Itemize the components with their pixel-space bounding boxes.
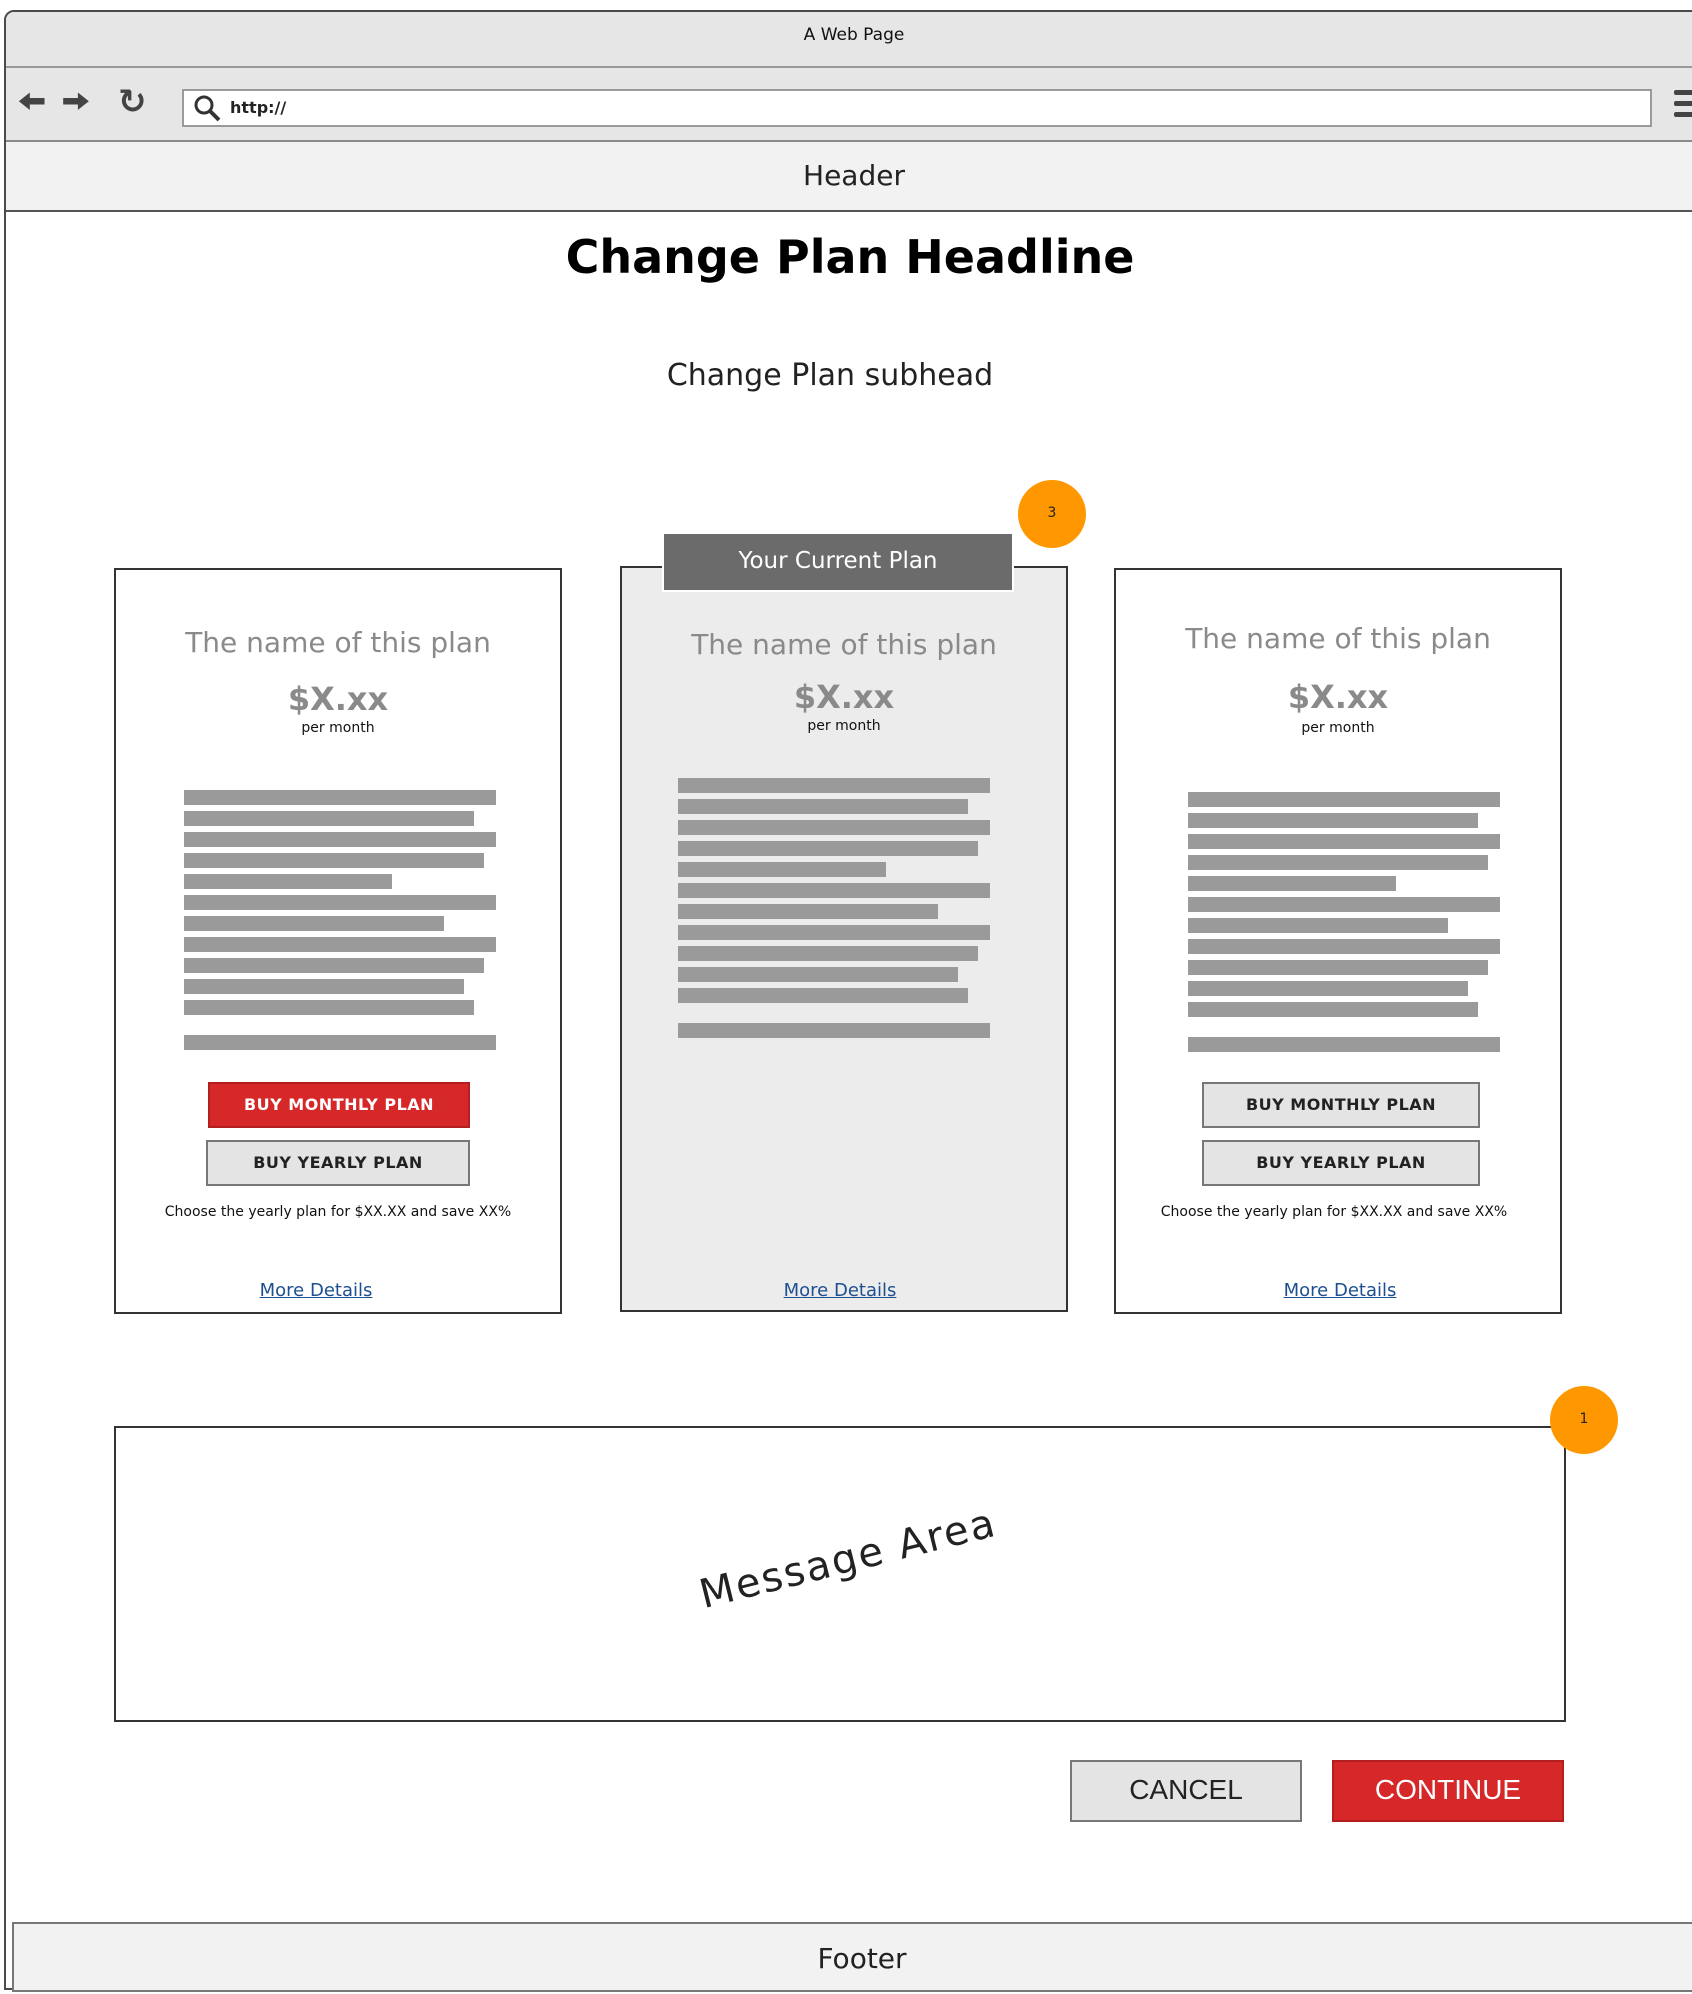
more-details-link[interactable]: More Details <box>1118 1280 1562 1301</box>
yearly-save-note: Choose the yearly plan for $XX.XX and sa… <box>164 1204 512 1220</box>
plan-price: $X.xx <box>287 680 389 718</box>
plan-period: per month <box>301 720 375 736</box>
hamburger-menu-icon[interactable] <box>1674 86 1692 122</box>
plan-name: The name of this plan <box>1185 622 1491 655</box>
plan-name: The name of this plan <box>185 626 491 659</box>
message-area-label: Message Area <box>694 1499 1002 1619</box>
plan-card-3: The name of this plan $X.xx per month BU… <box>1114 568 1562 1314</box>
reload-icon[interactable]: ↻ <box>118 82 147 122</box>
buy-monthly-plan-button[interactable]: BUY MONTHLY PLAN <box>1202 1082 1480 1128</box>
message-area: Message Area <box>114 1426 1566 1722</box>
plan-price: $X.xx <box>1287 678 1389 716</box>
plan-features-placeholder <box>184 790 496 1056</box>
plan-card-1: The name of this plan $X.xx per month BU… <box>114 568 562 1314</box>
more-details-link[interactable]: More Details <box>94 1280 538 1301</box>
page-subhead: Change Plan subhead <box>666 358 994 393</box>
plan-card-2-current: The name of this plan $X.xx per month Mo… <box>620 566 1068 1312</box>
plan-period: per month <box>1301 720 1375 736</box>
url-text[interactable]: http:// <box>230 98 286 117</box>
search-icon <box>194 95 221 122</box>
page-headline: Change Plan Headline <box>565 230 1135 284</box>
address-bar[interactable]: http:// <box>182 89 1652 127</box>
back-arrow-icon[interactable]: 🠨 <box>18 82 46 122</box>
browser-toolbar: 🠨 🠪 ↻ http:// <box>6 68 1692 142</box>
plan-price: $X.xx <box>793 678 895 716</box>
buy-yearly-plan-button[interactable]: BUY YEARLY PLAN <box>206 1140 470 1186</box>
more-details-link[interactable]: More Details <box>618 1280 1062 1301</box>
yearly-save-note: Choose the yearly plan for $XX.XX and sa… <box>1160 1204 1508 1220</box>
buy-monthly-plan-button[interactable]: BUY MONTHLY PLAN <box>208 1082 470 1128</box>
annotation-badge: 3 <box>1018 480 1086 548</box>
current-plan-tab: Your Current Plan <box>662 532 1014 592</box>
continue-button[interactable]: CONTINUE <box>1332 1760 1564 1822</box>
forward-arrow-icon[interactable]: 🠪 <box>62 82 90 122</box>
window-title: A Web Page <box>6 12 1692 68</box>
plan-name: The name of this plan <box>691 628 997 661</box>
page-footer: Footer <box>12 1922 1692 1992</box>
annotation-badge: 1 <box>1550 1386 1618 1454</box>
buy-yearly-plan-button[interactable]: BUY YEARLY PLAN <box>1202 1140 1480 1186</box>
plan-period: per month <box>807 718 881 734</box>
cancel-button[interactable]: CANCEL <box>1070 1760 1302 1822</box>
plan-features-placeholder <box>678 778 990 1044</box>
plan-features-placeholder <box>1188 792 1500 1058</box>
page-header: Header <box>6 142 1692 212</box>
